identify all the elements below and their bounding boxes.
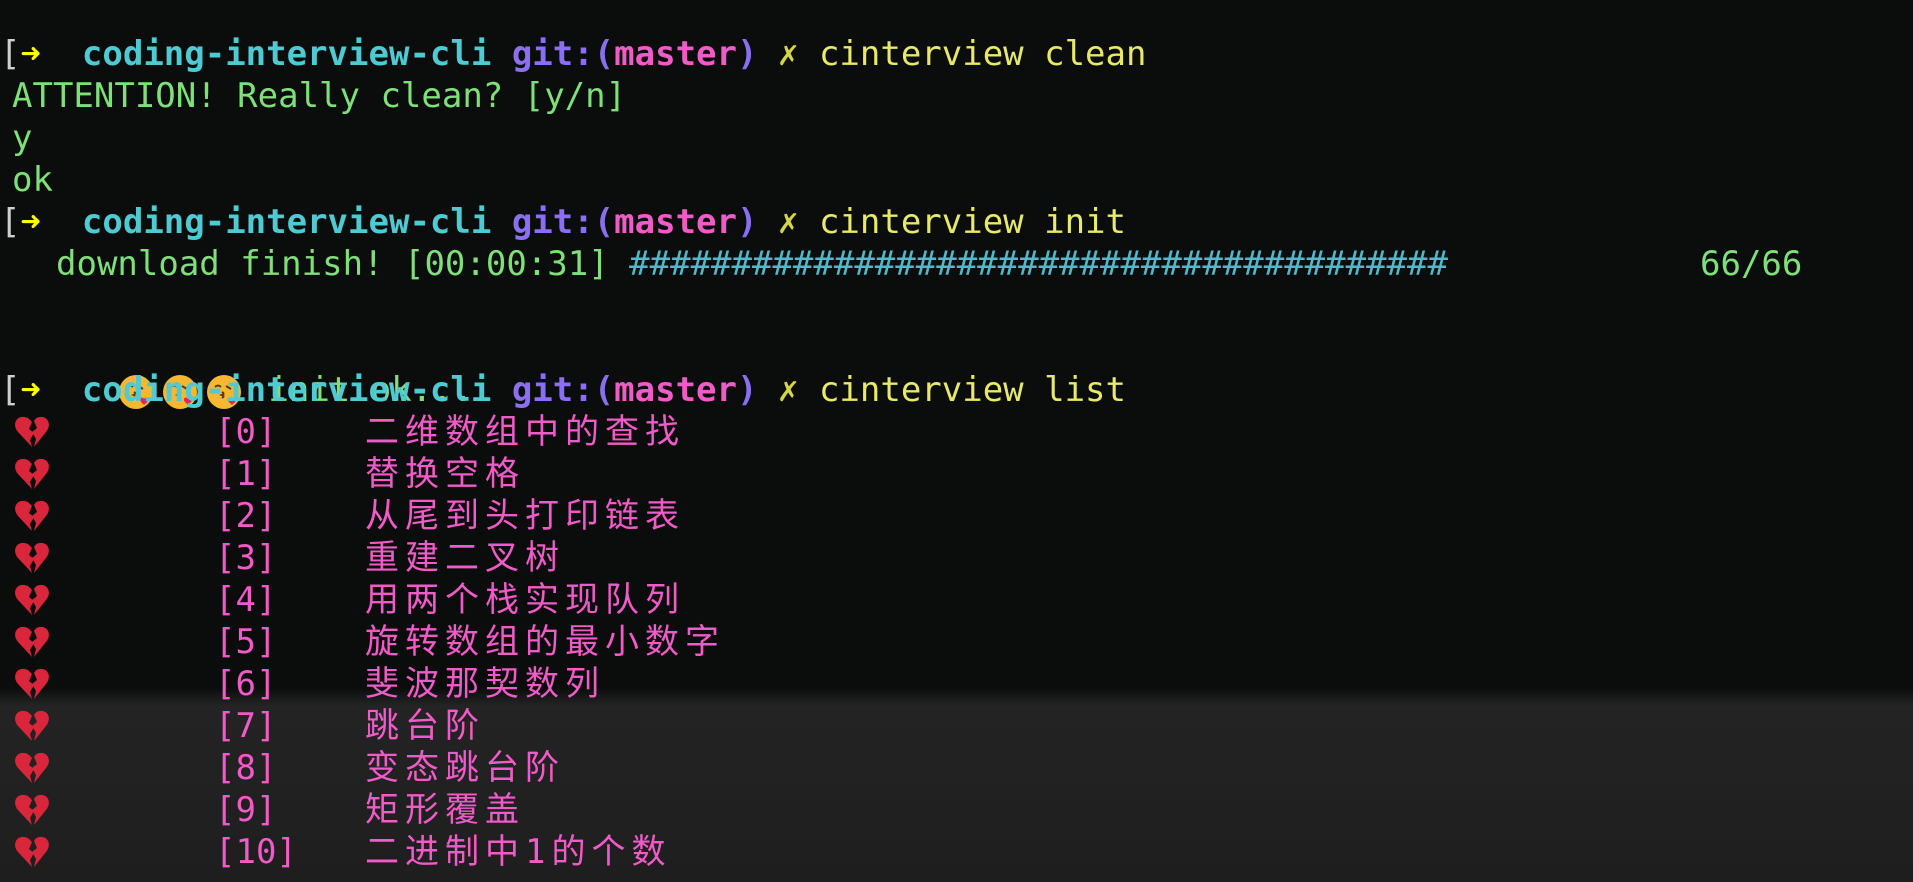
list-item-title: 变态跳台阶 <box>365 748 565 788</box>
list-item-title: 旋转数组的最小数字 <box>365 622 725 662</box>
list-item-index: [2] <box>215 496 277 536</box>
prompt-line-init: [➜ coding-interview-cli git:(master) ✗ c… <box>0 201 1126 243</box>
prompt-arrow-icon: ➜ <box>20 202 41 242</box>
list-item-index: [8] <box>215 748 277 788</box>
prompt-arrow-icon: ➜ <box>20 34 41 74</box>
prompt-git-close: ) <box>737 202 758 242</box>
broken-heart-icon <box>15 416 49 447</box>
broken-heart-icon <box>15 500 49 531</box>
broken-heart-icon <box>15 584 49 615</box>
download-progress-line: download finish! [00:00:31] ############… <box>56 243 1448 285</box>
list-item-title: 二维数组中的查找 <box>365 412 685 452</box>
prompt-cwd: coding-interview-cli <box>81 370 492 410</box>
prompt-cwd: coding-interview-cli <box>81 202 492 242</box>
prompt-arrow-icon: ➜ <box>20 370 41 410</box>
prompt-bracket: [ <box>0 370 21 410</box>
list-item-title: 跳台阶 <box>365 706 485 746</box>
broken-heart-icon <box>15 836 49 867</box>
prompt-branch: master <box>614 34 737 74</box>
broken-heart-icon <box>15 794 49 825</box>
clean-result: ok <box>12 160 53 200</box>
prompt-branch: master <box>614 202 737 242</box>
terminal-window[interactable]: [➜ coding-interview-cli git:(master) ✗ c… <box>0 0 1913 882</box>
list-item-index: [6] <box>215 664 277 704</box>
list-item-index: [1] <box>215 454 277 494</box>
list-item-index: [9] <box>215 790 277 830</box>
broken-heart-icon <box>15 626 49 657</box>
list-item-title: 重建二叉树 <box>365 538 565 578</box>
prompt-cwd: coding-interview-cli <box>81 34 492 74</box>
command-list: cinterview list <box>818 370 1126 410</box>
list-item-title: 二进制中1的个数 <box>365 832 672 872</box>
list-item-index: [10] <box>215 832 297 872</box>
prompt-git-label: git:( <box>511 370 615 410</box>
list-item-title: 矩形覆盖 <box>365 790 525 830</box>
list-item-title: 替换空格 <box>365 454 525 494</box>
clean-question: ATTENTION! Really clean? [y/n] <box>12 76 627 116</box>
clean-answer: y <box>12 118 33 158</box>
dirty-mark-icon: ✗ <box>777 370 799 410</box>
download-text: download finish! [00:00:31] <box>56 244 609 284</box>
prompt-git-close: ) <box>737 34 758 74</box>
prompt-branch: master <box>614 370 737 410</box>
list-item-index: [4] <box>215 580 277 620</box>
prompt-git-label: git:( <box>511 202 615 242</box>
init-status-line: init ok... <box>34 327 473 410</box>
list-item-index: [7] <box>215 706 277 746</box>
command-clean: cinterview clean <box>818 34 1147 74</box>
progress-bar: ######################################## <box>629 244 1448 284</box>
prompt-git-close: ) <box>737 370 758 410</box>
list-item-title: 从尾到头打印链表 <box>365 496 685 536</box>
broken-heart-icon <box>15 668 49 699</box>
list-item-index: [5] <box>215 622 277 662</box>
command-init: cinterview init <box>818 202 1126 242</box>
prompt-bracket: [ <box>0 34 21 74</box>
broken-heart-icon <box>15 458 49 489</box>
list-item-title: 用两个栈实现队列 <box>365 580 685 620</box>
list-item-title: 斐波那契数列 <box>365 664 605 704</box>
list-item-index: [3] <box>215 538 277 578</box>
broken-heart-icon <box>15 752 49 783</box>
list-item-index: [0] <box>215 412 277 452</box>
dirty-mark-icon: ✗ <box>777 202 799 242</box>
dirty-mark-icon: ✗ <box>777 34 799 74</box>
prompt-git-label: git:( <box>511 34 615 74</box>
broken-heart-icon <box>15 542 49 573</box>
prompt-bracket: [ <box>0 202 21 242</box>
prompt-line-list: [➜ coding-interview-cli git:(master) ✗ c… <box>0 369 1126 411</box>
progress-count: 66/66 <box>1700 244 1803 284</box>
prompt-line-clean: [➜ coding-interview-cli git:(master) ✗ c… <box>0 33 1146 75</box>
broken-heart-icon <box>15 710 49 741</box>
